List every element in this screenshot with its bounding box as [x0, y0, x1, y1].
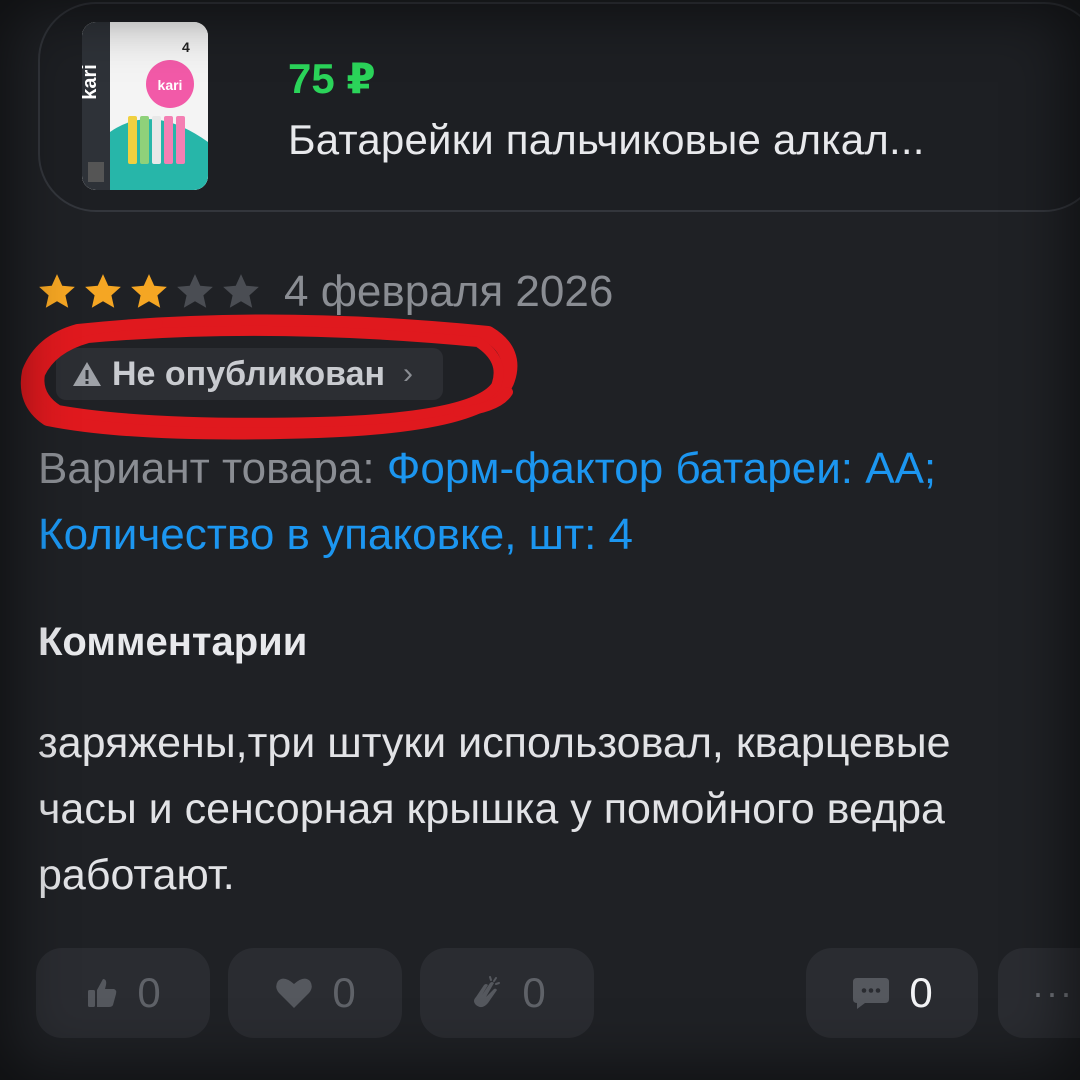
- clapping-hands-icon: [474, 976, 501, 1008]
- variant-label: Вариант товара:: [38, 444, 375, 493]
- comment-text: заряжены,три штуки использовал, кварцевы…: [38, 719, 951, 899]
- svg-text:kari: kari: [82, 64, 101, 100]
- product-card[interactable]: kari kari 4 75 ₽ Батарейки пальчиковые а…: [38, 2, 1080, 212]
- like-button[interactable]: 0: [36, 948, 210, 1038]
- star-empty-icon: [177, 274, 213, 308]
- review-date: 4 февраля 2026: [284, 267, 614, 316]
- battery-pack-image: kari kari 4: [82, 22, 208, 190]
- warning-icon: [73, 362, 101, 386]
- heart-count: 0: [332, 969, 356, 1016]
- comment-bubble-icon: [853, 978, 890, 1009]
- more-options-button[interactable]: ···: [998, 948, 1080, 1038]
- status-annotation-area: Не опубликован ›: [18, 312, 518, 442]
- star-filled-icon: [131, 274, 167, 308]
- svg-text:4: 4: [182, 39, 190, 55]
- clap-count: 0: [522, 969, 546, 1016]
- more-dots-icon: ···: [1032, 972, 1074, 1013]
- heart-icon: [276, 978, 313, 1008]
- review-screen: kari kari 4 75 ₽ Батарейки пальчиковые а…: [0, 0, 1080, 1080]
- comments-heading: Комментарии: [38, 620, 308, 664]
- chevron-right-icon: ›: [403, 357, 414, 390]
- product-image[interactable]: kari kari 4: [82, 22, 208, 190]
- star-empty-icon: [223, 274, 259, 308]
- comment-count: 0: [909, 969, 933, 1016]
- status-text: Не опубликован: [112, 354, 386, 393]
- applause-button[interactable]: 0: [420, 948, 594, 1038]
- thumbs-up-icon: [88, 979, 117, 1007]
- action-bar: 0 0 0 0 ···: [36, 948, 1080, 1040]
- status-badge[interactable]: Не опубликован ›: [56, 348, 444, 400]
- product-variant: Вариант товара: Форм-фактор батареи: АА;…: [38, 436, 1048, 568]
- star-rating: [36, 271, 262, 313]
- star-filled-icon: [85, 274, 121, 308]
- svg-text:kari: kari: [158, 77, 183, 93]
- favorite-button[interactable]: 0: [228, 948, 402, 1038]
- product-price: 75 ₽: [288, 55, 376, 102]
- product-title[interactable]: Батарейки пальчиковые алкал...: [288, 116, 1078, 164]
- comments-button[interactable]: 0: [806, 948, 978, 1038]
- star-filled-icon: [39, 274, 75, 308]
- like-count: 0: [137, 969, 161, 1016]
